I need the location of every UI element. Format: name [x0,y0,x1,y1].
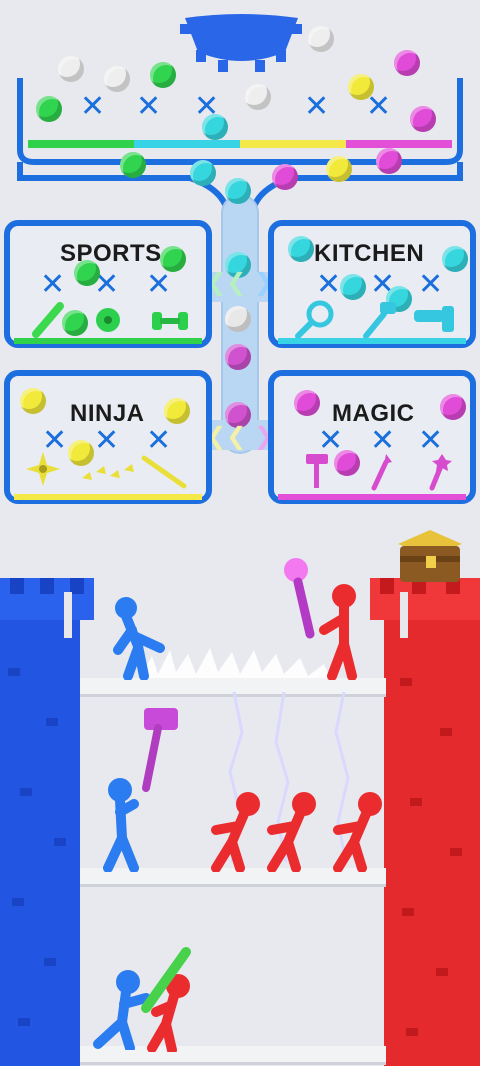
ball-cyan [190,160,216,186]
ball-green [160,246,186,272]
blender-icon [414,306,454,332]
ball-cyan [442,246,468,272]
ball-white [308,26,334,52]
katana-icon [141,455,187,489]
ball-magenta [376,148,402,174]
ball-magenta [272,164,298,190]
ball-sorter: ✕ ✕ ✕ ✕ ✕ ❮❮❮ ❯❯❯ ❮❮❮ ❯❯ SPORTS ✕ ✕ ✕ [0,0,480,520]
hammer-icon [142,708,178,792]
treasure-chest-icon [398,530,462,582]
baseball-bat-icon [32,302,64,338]
red-stickman [333,792,382,872]
panel-sports[interactable]: SPORTS ✕ ✕ ✕ [4,220,212,348]
ball-green [74,260,100,286]
cross-icon: ✕ [40,267,66,302]
ball-white [58,56,84,82]
ball-cyan [288,236,314,262]
cross-icon: ✕ [418,267,444,302]
red-stickman [211,792,260,872]
baseball-bat-icon [141,947,191,1013]
battle-arena [0,520,480,1066]
shuriken-icon [26,452,60,486]
panel-bar [14,338,202,344]
panel-magic[interactable]: MAGIC ✕ ✕ ✕ [268,370,476,504]
red-stickman [267,792,316,872]
ball-cyan [225,178,251,204]
cross-icon: ✕ [136,89,162,124]
cross-icon: ✕ [146,423,172,458]
top-color-bar [28,140,452,148]
blue-tower [0,578,94,1066]
ball-cyan [340,274,366,300]
panel-bar [278,494,466,500]
cross-icon: ✕ [304,89,330,124]
staff-icon [429,454,452,491]
wand-icon [371,454,392,491]
ball-white [104,66,130,92]
hammer-icon [306,454,328,488]
panel-label: SPORTS [60,240,162,267]
spatula-icon [363,302,396,339]
blue-stickman [113,597,165,680]
cross-icon: ✕ [316,267,342,302]
soccer-ball-icon [96,308,120,332]
ball-green [120,152,146,178]
panel-label: KITCHEN [314,240,425,267]
ball-magenta [440,394,466,420]
ball-white [225,306,251,332]
panel-bar [278,338,466,344]
ball-green [150,62,176,88]
red-tower [370,578,480,1066]
ball-magenta [334,450,360,476]
cross-icon: ✕ [146,267,172,302]
cross-icon: ✕ [80,89,106,124]
kunai-icon [82,464,134,480]
ball-magenta [394,50,420,76]
dumbbell-icon [152,312,188,330]
ball-cyan [202,114,228,140]
ball-magenta [410,106,436,132]
magic-wand-icon [284,558,315,639]
ball-magenta [294,390,320,416]
frying-pan-icon [295,300,334,339]
ball-magenta [225,344,251,370]
ball-green [36,96,62,122]
ball-yellow [20,388,46,414]
panel-ninja[interactable]: NINJA ✕ ✕ ✕ [4,370,212,504]
ball-white [245,84,271,110]
cross-icon: ✕ [94,423,120,458]
ball-yellow [164,398,190,424]
panel-kitchen[interactable]: KITCHEN ✕ ✕ ✕ [268,220,476,348]
panel-bar [14,494,202,500]
ball-yellow [348,74,374,100]
ball-yellow [326,156,352,182]
